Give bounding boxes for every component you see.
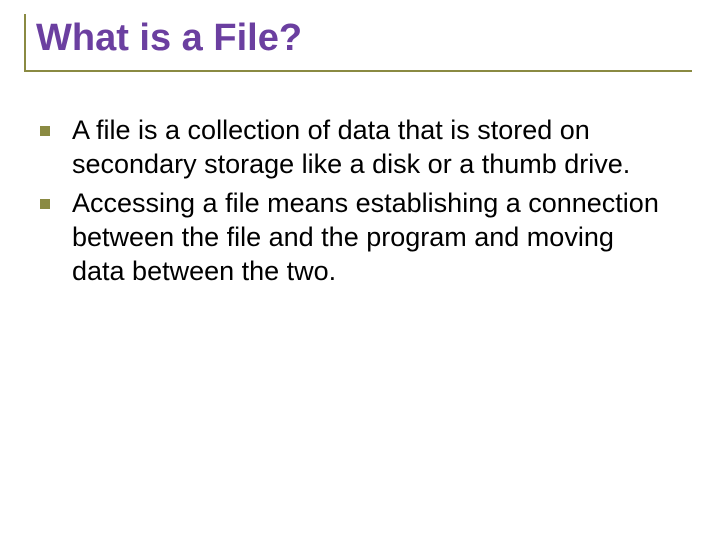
title-container: What is a File?	[24, 14, 692, 72]
bullet-icon	[40, 126, 50, 136]
list-item: Accessing a file means establishing a co…	[40, 187, 666, 288]
list-item: A file is a collection of data that is s…	[40, 114, 666, 182]
bullet-text: Accessing a file means establishing a co…	[72, 187, 666, 288]
bullet-text: A file is a collection of data that is s…	[72, 114, 666, 182]
bullet-icon	[40, 199, 50, 209]
slide-title: What is a File?	[36, 18, 692, 60]
slide: What is a File? A file is a collection o…	[0, 0, 720, 540]
slide-body: A file is a collection of data that is s…	[24, 114, 696, 289]
